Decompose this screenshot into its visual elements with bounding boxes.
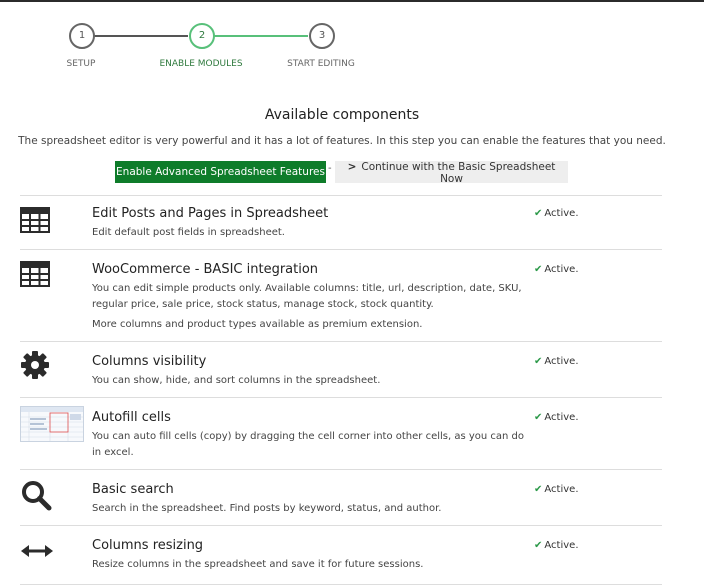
module-row-columns-visibility: Columns visibility You can show, hide, a… xyxy=(20,341,662,397)
status-text: Active. xyxy=(544,264,579,275)
module-row-basic-search: Basic search Search in the spreadsheet. … xyxy=(20,469,662,525)
module-description-extra: More columns and product types available… xyxy=(92,319,423,330)
check-icon: ✔ xyxy=(534,540,543,551)
status-text: Active. xyxy=(544,484,579,495)
module-row-columns-resizing: Columns resizing Resize columns in the s… xyxy=(20,525,662,585)
step-1-circle[interactable]: 1 xyxy=(69,23,95,49)
module-description: You can edit simple products only. Avail… xyxy=(92,283,522,310)
autofill-thumbnail xyxy=(20,406,84,442)
step-1-label: SETUP xyxy=(66,59,96,69)
module-status: ✔ Active. xyxy=(534,412,579,423)
module-list: Edit Posts and Pages in Spreadsheet Edit… xyxy=(20,195,662,585)
check-icon: ✔ xyxy=(534,412,543,423)
module-description: You can auto fill cells (copy) by draggi… xyxy=(92,431,525,458)
action-separator: - xyxy=(328,163,332,174)
module-title: WooCommerce - BASIC integration xyxy=(92,262,319,277)
step-2-circle[interactable]: 2 xyxy=(189,23,215,49)
module-row-woocommerce: WooCommerce - BASIC integration You can … xyxy=(20,249,662,341)
module-title: Edit Posts and Pages in Spreadsheet xyxy=(92,206,329,221)
module-status: ✔ Active. xyxy=(534,208,579,219)
page-title: Available components xyxy=(264,107,420,123)
status-text: Active. xyxy=(544,540,579,551)
page-subtitle: The spreadsheet editor is very powerful … xyxy=(18,135,666,147)
module-title: Columns resizing xyxy=(92,538,204,553)
module-description: Edit default post fields in spreadsheet. xyxy=(92,227,285,238)
step-3-circle[interactable]: 3 xyxy=(309,23,335,49)
module-description: Search in the spreadsheet. Find posts by… xyxy=(92,503,442,514)
resize-arrows-icon xyxy=(20,536,56,572)
module-status: ✔ Active. xyxy=(534,484,579,495)
step-3-label: START EDITING xyxy=(287,59,355,69)
step-connector-1 xyxy=(94,35,188,37)
step-2-label: ENABLE MODULES xyxy=(159,59,243,69)
module-title: Basic search xyxy=(92,482,174,497)
module-status: ✔ Active. xyxy=(534,264,579,275)
module-description: You can show, hide, and sort columns in … xyxy=(92,375,381,386)
enable-advanced-features-button[interactable]: Enable Advanced Spreadsheet Features xyxy=(115,161,326,183)
step-connector-2 xyxy=(214,35,308,37)
check-icon: ✔ xyxy=(534,208,543,219)
module-status: ✔ Active. xyxy=(534,356,579,367)
wizard-stepper: 1 2 3 SETUP ENABLE MODULES START EDITING xyxy=(0,22,704,82)
check-icon: ✔ xyxy=(534,356,543,367)
table-grid-icon xyxy=(20,258,56,294)
module-row-autofill: Autofill cells You can auto fill cells (… xyxy=(20,397,662,469)
module-status: ✔ Active. xyxy=(534,540,579,551)
status-text: Active. xyxy=(544,412,579,423)
check-icon: ✔ xyxy=(534,484,543,495)
module-row-edit-posts: Edit Posts and Pages in Spreadsheet Edit… xyxy=(20,195,662,249)
status-text: Active. xyxy=(544,208,579,219)
top-border xyxy=(0,0,704,2)
continue-basic-label: Continue with the Basic Spreadsheet Now xyxy=(361,161,556,185)
module-title: Autofill cells xyxy=(92,410,171,425)
table-grid-icon xyxy=(20,204,56,240)
gear-icon xyxy=(20,350,56,386)
check-icon: ✔ xyxy=(534,264,543,275)
module-title: Columns visibility xyxy=(92,354,207,369)
continue-basic-button[interactable]: > Continue with the Basic Spreadsheet Now xyxy=(335,161,568,185)
status-text: Active. xyxy=(544,356,579,367)
chevron-right-icon: > xyxy=(347,161,357,173)
module-description: Resize columns in the spreadsheet and sa… xyxy=(92,559,424,570)
search-icon xyxy=(20,479,56,515)
